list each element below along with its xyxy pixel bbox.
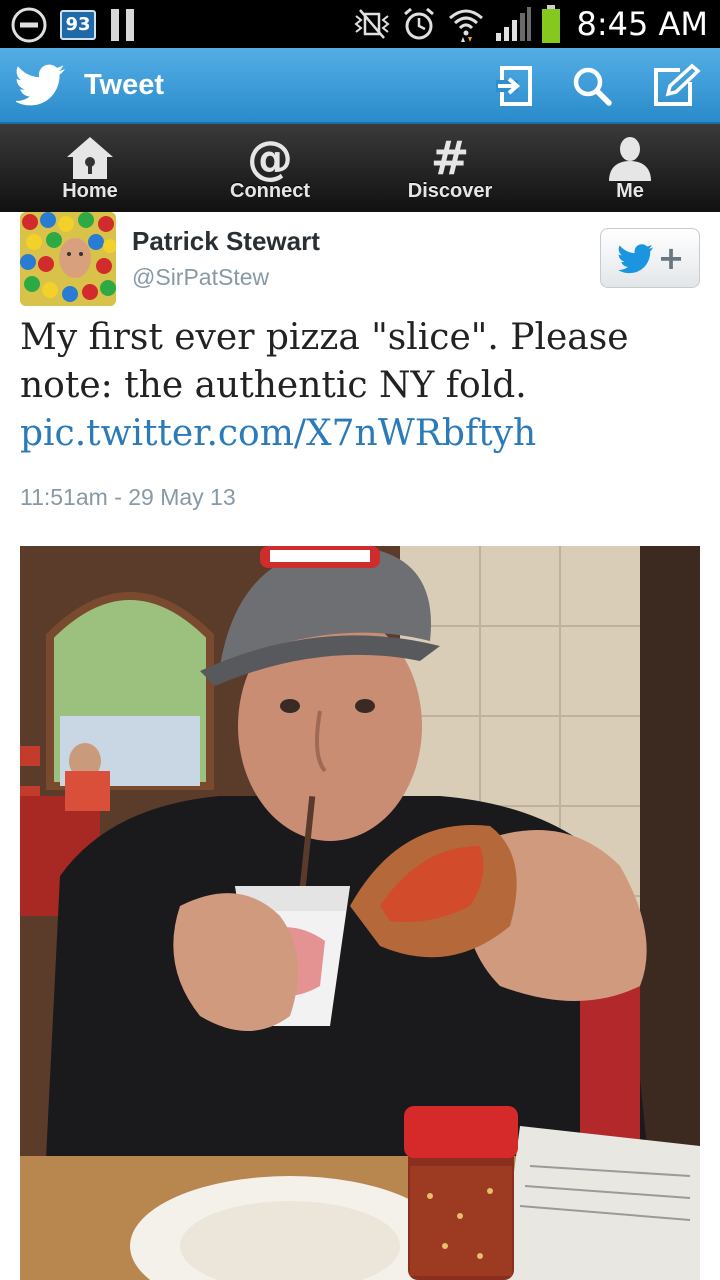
tweet-timestamp: 11:51am - 29 May 13 [20,484,236,510]
status-bar: 93 8:45 AM [0,0,720,48]
tab-bar: Home @ Connect # Discover Me [0,124,720,212]
author-handle[interactable]: @SirPatStew [132,264,269,291]
status-bar-left: 93 [10,6,138,44]
tab-discover[interactable]: # Discover [360,124,540,212]
signal-icon [496,7,532,41]
tweet-photo[interactable] [20,546,700,1280]
home-icon [60,134,120,182]
search-button[interactable] [568,62,616,110]
action-bar: Tweet [0,48,720,124]
avatar[interactable] [20,212,116,306]
tweet-link[interactable]: pic.twitter.com/X7nWRbftyh [20,410,700,458]
status-bar-right: 8:45 AM [352,4,708,44]
follow-icon [617,244,653,274]
follow-button[interactable]: + [600,228,700,288]
tab-discover-label: Discover [407,180,493,202]
twitter-bird-icon[interactable] [16,60,68,110]
alarm-icon [404,7,435,40]
tab-connect[interactable]: @ Connect [180,124,360,212]
compose-icon [654,63,701,106]
search-icon [573,67,612,106]
vibrate-icon [354,9,391,39]
tweet-body: My first ever pizza "slice". Please note… [20,317,629,406]
tab-me[interactable]: Me [540,124,720,212]
follow-plus-icon: + [657,239,685,277]
hashtag-icon: # [430,131,470,185]
pause-icon [111,9,134,41]
screen-title: Tweet [84,69,165,101]
wifi-icon [449,9,484,42]
tab-me-label: Me [616,180,644,202]
sign-in-icon [496,66,532,106]
clock: 8:45 AM [576,5,708,43]
tweet-detail: Patrick Stewart @SirPatStew + My first e… [0,212,720,1280]
at-icon: @ [247,131,293,185]
tab-home-label: Home [62,180,118,202]
tab-home[interactable]: Home [0,124,180,212]
notification-badge: 93 [60,10,96,40]
battery-icon [542,5,561,43]
compose-button[interactable] [650,62,701,110]
author-name[interactable]: Patrick Stewart [132,226,320,257]
sign-in-button[interactable] [492,62,540,110]
do-not-disturb-icon [11,7,47,43]
profile-icon [600,134,660,182]
tab-connect-label: Connect [230,180,310,202]
tweet-text: My first ever pizza "slice". Please note… [20,314,700,458]
photo-image [20,546,700,1280]
